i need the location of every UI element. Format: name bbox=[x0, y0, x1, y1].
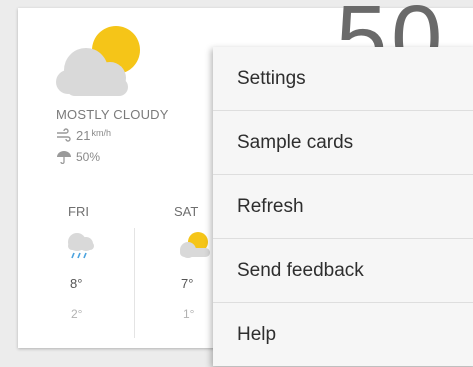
partly-cloudy-icon bbox=[56, 26, 140, 96]
wind-row: 21 km/h bbox=[56, 128, 111, 143]
forecast-day-label: FRI bbox=[68, 204, 89, 219]
menu-item-sample-cards[interactable]: Sample cards bbox=[213, 111, 473, 175]
menu-item-settings[interactable]: Settings bbox=[213, 47, 473, 111]
wind-speed: 21 bbox=[76, 128, 91, 143]
condition-label: MOSTLY CLOUDY bbox=[56, 107, 169, 122]
overflow-menu: Settings Sample cards Refresh Send feedb… bbox=[213, 47, 473, 366]
rain-icon bbox=[68, 233, 94, 259]
wind-unit: km/h bbox=[91, 128, 111, 138]
menu-item-send-feedback[interactable]: Send feedback bbox=[213, 239, 473, 303]
forecast-high: 8° bbox=[70, 276, 83, 291]
forecast-low: 1° bbox=[183, 307, 195, 321]
precip-value: 50% bbox=[76, 150, 101, 164]
forecast-high: 7° bbox=[181, 276, 194, 291]
precip-row: 50% bbox=[56, 150, 100, 164]
umbrella-icon bbox=[57, 151, 71, 164]
menu-item-refresh[interactable]: Refresh bbox=[213, 175, 473, 239]
forecast-divider bbox=[134, 228, 135, 338]
partly-sunny-icon bbox=[180, 232, 210, 258]
forecast-day-label: SAT bbox=[174, 204, 199, 219]
wind-icon bbox=[57, 128, 71, 142]
forecast-low: 2° bbox=[71, 307, 83, 321]
menu-item-help[interactable]: Help bbox=[213, 303, 473, 367]
